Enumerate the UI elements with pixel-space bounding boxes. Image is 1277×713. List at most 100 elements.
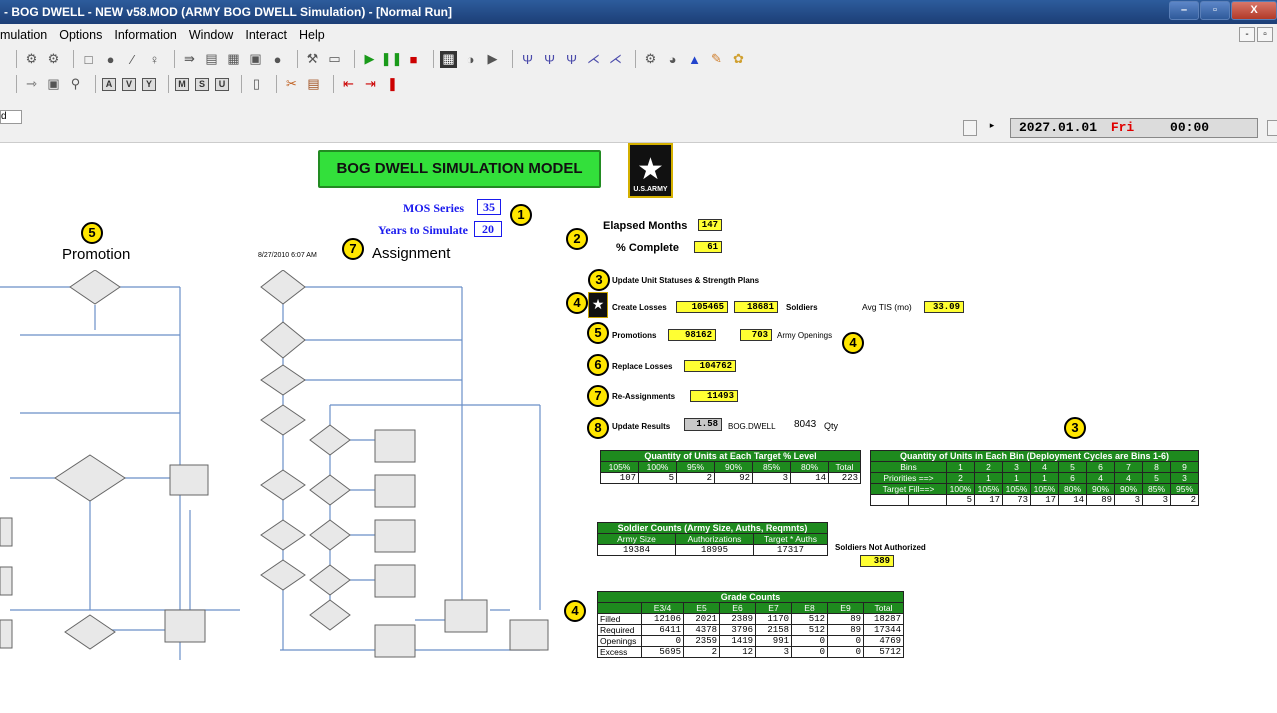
menu-help[interactable]: Help <box>299 28 325 42</box>
target-header: Total <box>828 461 861 473</box>
document-icon[interactable]: ▯ <box>248 76 265 93</box>
chart-icon[interactable]: ⋌ <box>585 51 602 68</box>
resource-icon[interactable]: ▦ <box>225 51 242 68</box>
fast-forward-icon[interactable]: ▦ <box>440 50 457 68</box>
not-authorized-label: Soldiers Not Authorized <box>835 543 926 552</box>
bins-row-label: Bins <box>870 461 947 473</box>
soldier-header: Target * Auths <box>753 533 828 545</box>
sim-time: 00:00 <box>1170 120 1210 135</box>
bin-cell: 3 <box>1002 461 1031 473</box>
import-icon[interactable]: ⇤ <box>340 76 357 93</box>
grade-cell: 1419 <box>719 635 756 647</box>
grade-cell: 512 <box>791 624 828 636</box>
close-button[interactable]: X <box>1231 1 1277 20</box>
pause-icon[interactable]: ❚❚ <box>381 51 403 68</box>
triangle-icon[interactable]: ▲ <box>686 51 703 68</box>
folder-icon[interactable]: ▤ <box>305 76 322 93</box>
probe3-icon[interactable]: Ψ <box>563 51 580 68</box>
re-assignments-value: 11493 <box>690 390 738 402</box>
menu-simulation[interactable]: mulation <box>0 28 47 42</box>
priority-cell: 5 <box>1142 472 1171 484</box>
pct-complete-label: % Complete <box>616 242 679 254</box>
zoom-icon[interactable]: ⚲ <box>67 76 84 93</box>
grade-cell: 5712 <box>863 646 904 658</box>
grade-header: E9 <box>827 602 864 614</box>
globe-icon[interactable]: ◕ <box>664 51 681 68</box>
play-icon[interactable]: ▶ <box>361 51 378 68</box>
marker-1: 1 <box>510 204 532 226</box>
grade-header: E5 <box>683 602 720 614</box>
grade-cell: 12 <box>719 646 756 658</box>
mdi-restore-button[interactable]: ▫ <box>1257 27 1273 42</box>
flowchart-diagram <box>0 270 549 660</box>
u-icon[interactable]: U <box>215 77 229 91</box>
menu-window[interactable]: Window <box>189 28 233 42</box>
s-icon[interactable]: S <box>195 77 209 91</box>
m-icon[interactable]: M <box>175 77 189 91</box>
model-title-banner[interactable]: BOG DWELL SIMULATION MODEL <box>318 150 601 188</box>
target-cell: 223 <box>828 472 861 484</box>
grade-cell: 89 <box>827 613 864 625</box>
sim-clock: 2027.01.01 Fri 00:00 <box>1010 118 1258 138</box>
chart2-icon[interactable]: ⋌ <box>607 51 624 68</box>
menu-interact[interactable]: Interact <box>245 28 287 42</box>
bins-table: Quantity of Units in Each Bin (Deploymen… <box>870 450 1199 506</box>
soldiers-label: Soldiers <box>786 303 818 312</box>
brush-icon[interactable]: ✎ <box>708 51 725 68</box>
info-icon[interactable]: ● <box>269 51 286 68</box>
scroll-arrow-icon[interactable]: ▸ <box>985 120 999 136</box>
a-icon[interactable]: A <box>102 77 116 91</box>
mdi-minimize-button[interactable]: - <box>1239 27 1255 42</box>
variable-icon[interactable]: ▣ <box>247 51 264 68</box>
target-cell: 5 <box>638 472 677 484</box>
y-icon[interactable]: Y <box>142 77 156 91</box>
probe-icon[interactable]: Ψ <box>519 51 536 68</box>
grade-row-label: Excess <box>597 646 642 658</box>
route-icon[interactable]: ⇛ <box>181 51 198 68</box>
menu-information[interactable]: Information <box>114 28 177 42</box>
rectangle-icon[interactable]: □ <box>80 51 97 68</box>
step-icon[interactable]: ◑ <box>462 51 479 68</box>
trash-icon[interactable]: ❚ <box>384 76 401 93</box>
target-header: 85% <box>752 461 791 473</box>
layers-icon[interactable]: ⚙ <box>45 51 62 68</box>
elapsed-months-value: 147 <box>698 219 722 231</box>
skip-icon[interactable]: ▶ <box>484 51 501 68</box>
count-cell: 73 <box>1002 494 1031 506</box>
bin-cell: 4 <box>1030 461 1059 473</box>
build-icon[interactable]: ⚒ <box>304 51 321 68</box>
v-icon[interactable]: V <box>122 77 136 91</box>
circle-icon[interactable]: ● <box>102 51 119 68</box>
settings-icon[interactable]: ⚙ <box>23 51 40 68</box>
probe2-icon[interactable]: Ψ <box>541 51 558 68</box>
grade-cell: 18287 <box>863 613 904 625</box>
scroll-left-button[interactable] <box>963 120 977 136</box>
tool-icon[interactable]: ✂ <box>283 76 300 93</box>
years-simulate-input[interactable]: 20 <box>474 221 502 237</box>
priority-cell: 2 <box>946 472 975 484</box>
soldier-header: Authorizations <box>675 533 754 545</box>
army-logo: ★ U.S.ARMY <box>628 143 673 198</box>
grade-cell: 17344 <box>863 624 904 636</box>
connector-icon[interactable]: ⇾ <box>23 76 40 93</box>
export-icon[interactable]: ⇥ <box>362 76 379 93</box>
grade-cell: 0 <box>827 646 864 658</box>
line-icon[interactable]: ⁄ <box>124 51 141 68</box>
window-icon[interactable]: ▭ <box>326 51 343 68</box>
maximize-button[interactable]: ▫ <box>1200 1 1230 20</box>
fill-cell: 90% <box>1086 483 1115 495</box>
fill-cell: 85% <box>1142 483 1171 495</box>
mos-series-input[interactable]: 35 <box>477 199 501 215</box>
priority-cell: 6 <box>1058 472 1087 484</box>
paint-icon[interactable]: ✿ <box>730 51 747 68</box>
stop-icon[interactable]: ■ <box>405 51 422 68</box>
minimize-button[interactable]: – <box>1169 1 1199 20</box>
gear-icon[interactable]: ⚙ <box>642 51 659 68</box>
queue-icon[interactable]: ▤ <box>203 51 220 68</box>
menu-options[interactable]: Options <box>59 28 102 42</box>
view-icon[interactable]: ▣ <box>45 76 62 93</box>
status-tab[interactable]: d <box>0 110 22 124</box>
entity-icon[interactable]: ♀ <box>146 51 163 68</box>
marker-3b: 3 <box>1064 417 1086 439</box>
clock-option-button[interactable] <box>1267 120 1277 136</box>
